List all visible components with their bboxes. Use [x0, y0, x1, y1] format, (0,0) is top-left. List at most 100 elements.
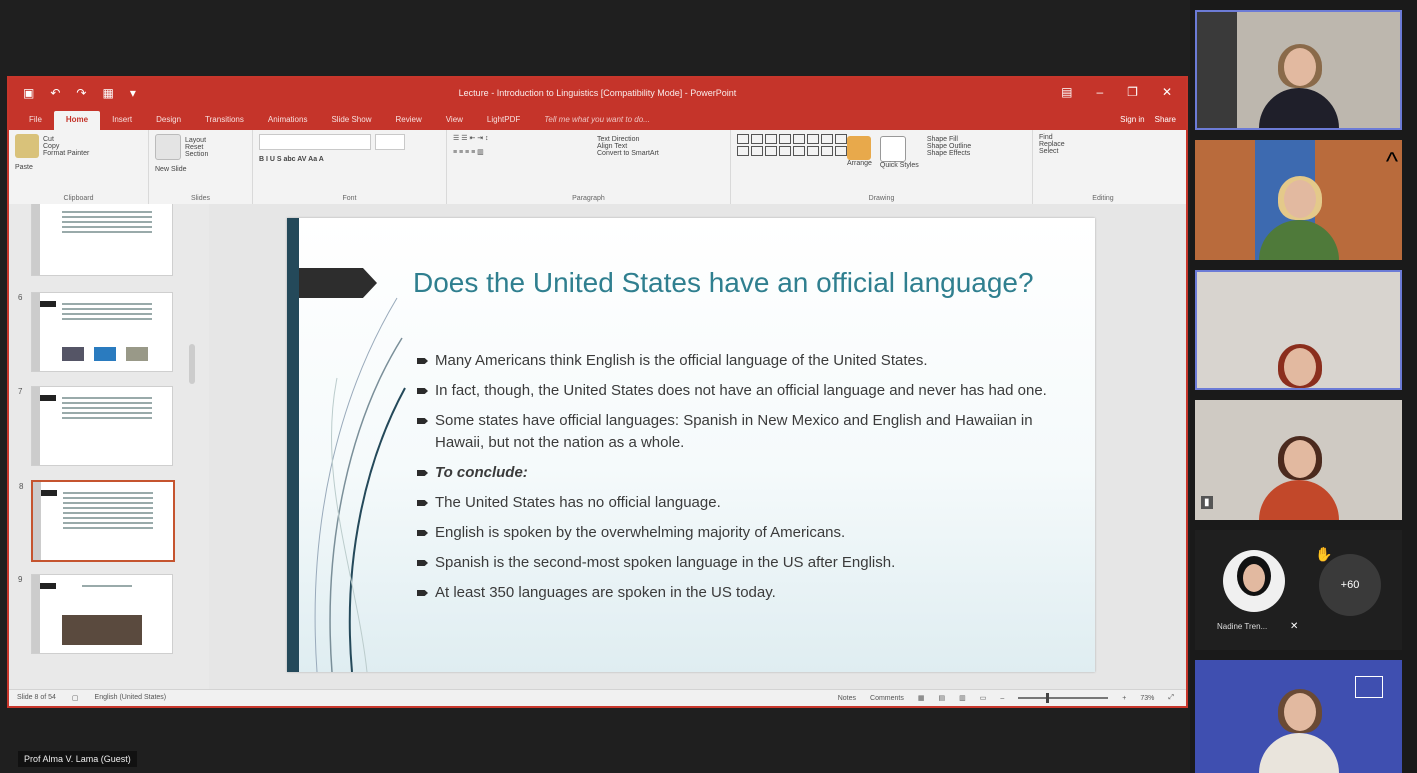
shape-outline-button[interactable]: Shape Outline: [927, 143, 971, 150]
sign-in-link[interactable]: Sign in: [1120, 115, 1144, 124]
maximize-icon[interactable]: ❐: [1127, 85, 1138, 99]
participant-video-tile[interactable]: ▮: [1195, 400, 1402, 520]
tab-slide-show[interactable]: Slide Show: [319, 111, 383, 130]
presenter-name-label: Prof Alma V. Lama (Guest): [18, 751, 137, 767]
list-buttons[interactable]: ☰ ☰ ⇤ ⇥ ↕: [453, 134, 724, 142]
chevron-up-icon[interactable]: ^: [1372, 148, 1412, 174]
tab-lightpdf[interactable]: LightPDF: [475, 111, 532, 130]
pin-icon[interactable]: ▮: [1201, 496, 1213, 509]
slide-thumbnail[interactable]: [31, 204, 173, 276]
current-slide[interactable]: Does the United States have an official …: [287, 218, 1095, 672]
font-format-buttons[interactable]: B I U S abc AV Aa A: [259, 156, 440, 163]
shape-fill-button[interactable]: Shape Fill: [927, 136, 971, 143]
tab-insert[interactable]: Insert: [100, 111, 144, 130]
text-direction-button[interactable]: Text Direction: [597, 136, 659, 143]
thumbnail-number: 7: [18, 387, 23, 396]
format-painter-button[interactable]: Format Painter: [43, 150, 89, 157]
zoom-slider[interactable]: [1018, 693, 1109, 703]
participant-video: [1254, 436, 1344, 520]
align-buttons[interactable]: ≡ ≡ ≡ ≡ ▥: [453, 148, 724, 156]
slide-bullet-list[interactable]: Many Americans think English is the offi…: [417, 350, 1057, 612]
notes-button[interactable]: Notes: [838, 695, 856, 702]
slide-thumbnail[interactable]: 6: [18, 292, 173, 372]
paragraph-group: ☰ ☰ ⇤ ⇥ ↕ ≡ ≡ ≡ ≡ ▥ Text Direction Align…: [447, 130, 731, 204]
tab-view[interactable]: View: [434, 111, 475, 130]
quick-styles-button[interactable]: Quick Styles: [880, 162, 919, 169]
new-slide-label: New Slide: [155, 166, 187, 173]
slide-thumbnail[interactable]: 9: [18, 574, 173, 654]
tab-home[interactable]: Home: [53, 111, 101, 130]
slide-title-flag: [299, 268, 377, 298]
tab-transitions[interactable]: Transitions: [193, 111, 256, 130]
thumbnail-number: 6: [18, 293, 23, 302]
copy-button[interactable]: Copy: [43, 143, 89, 150]
paste-icon[interactable]: [15, 134, 39, 158]
shape-effects-button[interactable]: Shape Effects: [927, 150, 971, 157]
participant-video: [1254, 44, 1344, 128]
font-group-label: Font: [342, 195, 357, 202]
participant-gallery: ▮ Nadine Tren... ✕ ✋ +60: [1190, 0, 1417, 773]
fit-to-window-icon[interactable]: ⤢: [1168, 694, 1174, 702]
convert-smartart-button[interactable]: Convert to SmartArt: [597, 150, 659, 157]
zoom-level[interactable]: 73%: [1140, 695, 1154, 702]
clipboard-group: Cut Copy Format Painter Paste Clipboard: [9, 130, 149, 204]
slide-thumbnail[interactable]: 7: [18, 386, 173, 466]
participant-avatar[interactable]: [1223, 550, 1285, 612]
bullet-item: Some states have official languages: Spa…: [417, 410, 1057, 454]
replace-button[interactable]: Replace: [1039, 141, 1167, 148]
align-text-button[interactable]: Align Text: [597, 143, 659, 150]
paragraph-group-label: Paragraph: [572, 195, 605, 202]
slideshow-icon[interactable]: ▭: [980, 694, 987, 702]
slides-group: Layout Reset Section New Slide Slides: [149, 130, 253, 204]
title-bar: ▣ ↶ ↷ ▦ ▾ Lecture - Introduction to Ling…: [9, 78, 1186, 108]
account-area: Sign in Share: [1120, 115, 1176, 124]
bullet-item: English is spoken by the overwhelming ma…: [417, 522, 1057, 544]
slide-thumbnail-pane[interactable]: 6 7 8 9: [9, 204, 210, 692]
participant-name: Nadine Tren...: [1217, 622, 1268, 631]
slide-sorter-icon[interactable]: ▤: [939, 694, 946, 702]
ribbon-display-icon[interactable]: ▤: [1061, 85, 1072, 99]
close-icon[interactable]: ✕: [1162, 85, 1172, 99]
normal-view-icon[interactable]: ▦: [918, 694, 925, 702]
thumbnail-scrollbar[interactable]: [189, 344, 195, 384]
language-indicator[interactable]: English (United States): [95, 694, 167, 702]
participant-video-tile[interactable]: [1195, 270, 1402, 390]
comments-button[interactable]: Comments: [870, 695, 904, 702]
find-button[interactable]: Find: [1039, 134, 1167, 141]
font-name-box[interactable]: [259, 134, 371, 150]
cut-button[interactable]: Cut: [43, 136, 89, 143]
new-slide-icon[interactable]: [155, 134, 181, 160]
minimize-icon[interactable]: –: [1096, 85, 1103, 99]
slide-editing-canvas: Does the United States have an official …: [209, 204, 1186, 692]
section-button[interactable]: Section: [185, 151, 208, 158]
participant-video-tile[interactable]: [1195, 660, 1402, 773]
share-button[interactable]: Share: [1155, 115, 1176, 124]
select-button[interactable]: Select: [1039, 148, 1167, 155]
participant-video-tile[interactable]: [1195, 140, 1402, 260]
reading-view-icon[interactable]: ▥: [959, 694, 966, 702]
participant-video: [1254, 176, 1344, 260]
more-participants-button[interactable]: +60: [1319, 554, 1381, 616]
reset-button[interactable]: Reset: [185, 144, 208, 151]
tab-review[interactable]: Review: [383, 111, 433, 130]
editing-group: Find Replace Select Editing: [1033, 130, 1173, 204]
bullet-item-emphasis: To conclude:: [417, 462, 1057, 484]
tell-me-box[interactable]: Tell me what you want to do...: [532, 111, 662, 130]
zoom-in-icon[interactable]: +: [1122, 695, 1126, 702]
slide-title[interactable]: Does the United States have an official …: [413, 266, 1053, 299]
participant-video-tile[interactable]: [1195, 10, 1402, 130]
layout-button[interactable]: Layout: [185, 137, 208, 144]
bullet-item: In fact, though, the United States does …: [417, 380, 1057, 402]
quick-styles-icon[interactable]: [879, 136, 906, 162]
font-size-box[interactable]: [375, 134, 405, 150]
zoom-out-icon[interactable]: –: [1000, 695, 1004, 702]
tab-design[interactable]: Design: [144, 111, 193, 130]
tab-animations[interactable]: Animations: [256, 111, 320, 130]
slide-counter: Slide 8 of 54: [17, 694, 56, 701]
drawing-group-label: Drawing: [868, 195, 895, 202]
arrange-icon[interactable]: [847, 136, 871, 160]
slide-thumbnail-selected[interactable]: 8: [19, 480, 175, 562]
arrange-button[interactable]: Arrange: [847, 160, 872, 167]
tab-file[interactable]: File: [17, 111, 54, 130]
spellcheck-icon[interactable]: ▢: [72, 694, 79, 702]
